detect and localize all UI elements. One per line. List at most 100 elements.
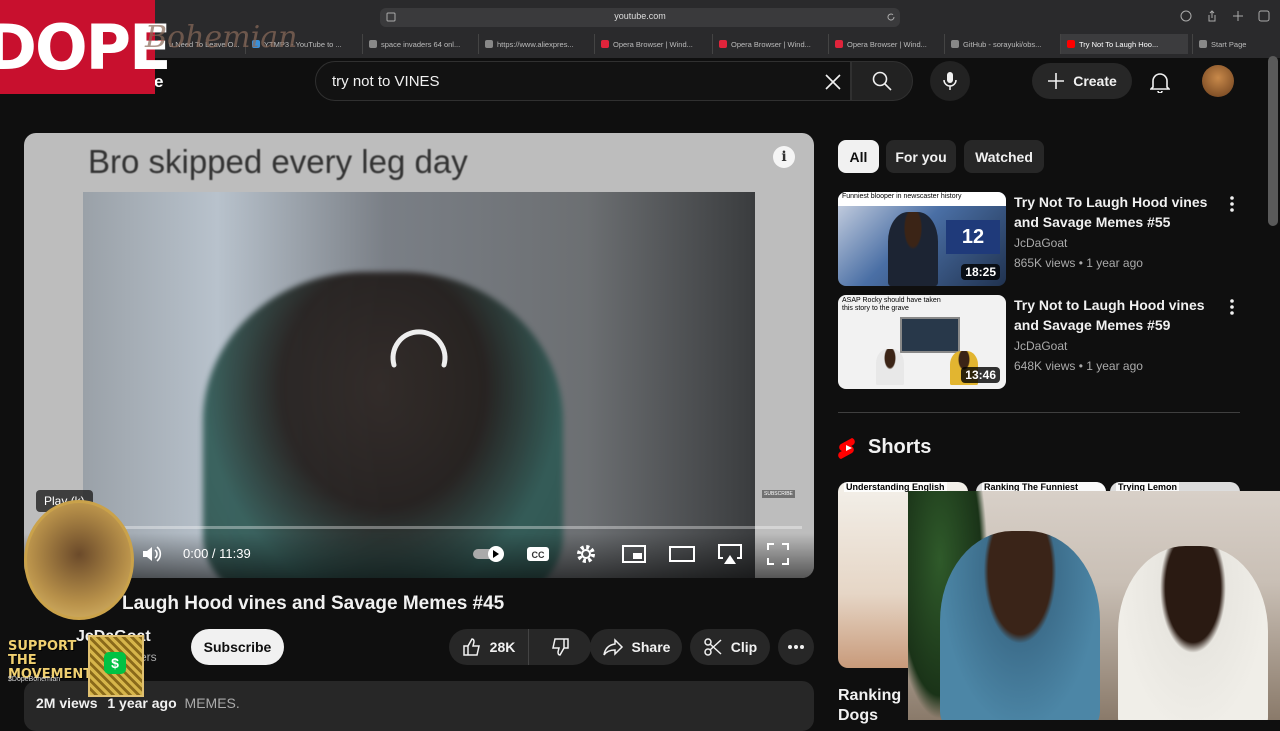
- plus-icon: [1048, 73, 1065, 89]
- thumbs-down-icon: [552, 638, 569, 656]
- shorts-icon: [838, 437, 855, 459]
- progress-bar[interactable]: [36, 526, 802, 529]
- browser-tab[interactable]: GitHub - sorayuki/obs...: [944, 34, 1056, 54]
- address-bar[interactable]: youtube.com: [380, 8, 900, 27]
- microphone-icon: [943, 72, 957, 90]
- clip-button[interactable]: Clip: [690, 629, 770, 665]
- chip-all[interactable]: All: [838, 140, 879, 173]
- support-portrait: [24, 500, 134, 620]
- webcam-person-right: [1118, 546, 1268, 720]
- gear-icon: [577, 545, 595, 563]
- share-button[interactable]: Share: [590, 629, 682, 665]
- video-tag: MEMES.: [184, 695, 240, 711]
- chip-for-you[interactable]: For you: [886, 140, 956, 173]
- new-tab-icon[interactable]: [1232, 10, 1244, 22]
- tab-label: GitHub - sorayuki/obs...: [963, 39, 1042, 49]
- settings-button[interactable]: [572, 542, 600, 566]
- notifications-button[interactable]: [1146, 68, 1174, 96]
- fullscreen-button[interactable]: [764, 542, 792, 566]
- loading-spinner-icon: [386, 323, 452, 389]
- video-caption-text: Bro skipped every leg day: [88, 143, 468, 180]
- more-horizontal-icon: [788, 645, 804, 649]
- recommendation-title[interactable]: Try Not to Laugh Hood vines and Savage M…: [1014, 295, 1214, 335]
- recommendation-item[interactable]: ASAP Rocky should have taken this story …: [838, 295, 1242, 391]
- like-button[interactable]: 28K: [449, 629, 529, 665]
- tab-favicon-icon: [951, 40, 959, 48]
- clip-label: Clip: [730, 639, 758, 655]
- shorts-title: Shorts: [868, 436, 932, 458]
- subscribe-watermark: SUBSCRIBE: [762, 490, 795, 498]
- autoplay-toggle-icon: [473, 546, 504, 562]
- tab-label: Opera Browser | Wind...: [731, 39, 811, 49]
- address-bar-url: youtube.com: [614, 11, 666, 21]
- video-thumbnail[interactable]: Funniest blooper in newscaster history 1…: [838, 192, 1006, 286]
- browser-tab[interactable]: Start Page: [1192, 34, 1280, 54]
- recommendation-title[interactable]: Try Not To Laugh Hood vines and Savage M…: [1014, 192, 1214, 232]
- tab-label: https://www.aliexpres...: [497, 39, 574, 49]
- like-dislike-group: 28K: [449, 629, 591, 665]
- search-icon: [872, 71, 892, 91]
- tab-favicon-icon: [1067, 40, 1075, 48]
- theater-mode-button[interactable]: [668, 542, 696, 566]
- browser-tab[interactable]: space invaders 64 onl...: [362, 34, 474, 54]
- closed-captions-icon: CC: [527, 547, 549, 561]
- share-page-icon[interactable]: [1206, 10, 1218, 22]
- search-button[interactable]: [851, 61, 913, 101]
- recommendation-channel[interactable]: JcDaGoat: [1014, 236, 1067, 250]
- webcam-person-left: [940, 531, 1100, 720]
- clear-search-icon[interactable]: [824, 73, 842, 91]
- video-thumbnail[interactable]: ASAP Rocky should have taken this story …: [838, 295, 1006, 389]
- browser-tab[interactable]: Opera Browser | Wind...: [828, 34, 940, 54]
- info-icon[interactable]: i: [773, 146, 795, 168]
- tab-label: Opera Browser | Wind...: [847, 39, 927, 49]
- support-handle: $DopeBohemian: [8, 676, 61, 683]
- bell-icon: [1150, 73, 1170, 93]
- tab-favicon-icon: [485, 40, 493, 48]
- support-badge: SUPPORT THE MOVEMENT $DopeBohemian $: [8, 500, 148, 710]
- download-icon[interactable]: [1180, 10, 1192, 22]
- tab-favicon-icon: [835, 40, 843, 48]
- subtitles-button[interactable]: CC: [524, 542, 552, 566]
- account-avatar[interactable]: [1202, 65, 1234, 97]
- browser-tab[interactable]: Opera Browser | Wind...: [712, 34, 824, 54]
- recommendation-item[interactable]: Funniest blooper in newscaster history 1…: [838, 192, 1242, 288]
- webcam-overlay: [908, 491, 1280, 720]
- page-scrollbar[interactable]: [1268, 56, 1278, 226]
- sidebar-toggle-icon[interactable]: [386, 12, 396, 22]
- svg-text:CC: CC: [532, 550, 545, 560]
- more-actions-button[interactable]: [778, 629, 814, 665]
- thumbs-up-icon: [462, 638, 480, 656]
- search-input[interactable]: try not to VINES: [315, 61, 851, 101]
- airplay-button[interactable]: [716, 542, 744, 566]
- thumbnail-caption: ASAP Rocky should have taken this story …: [842, 297, 941, 312]
- miniplayer-button[interactable]: [620, 542, 648, 566]
- create-button[interactable]: Create: [1032, 63, 1132, 99]
- more-vertical-icon[interactable]: [1222, 194, 1242, 214]
- browser-tab[interactable]: https://www.aliexpres...: [478, 34, 590, 54]
- more-vertical-icon[interactable]: [1222, 297, 1242, 317]
- video-title: Laugh Hood vines and Savage Memes #45: [122, 593, 505, 614]
- share-arrow-icon: [602, 638, 623, 656]
- autoplay-toggle[interactable]: [472, 542, 508, 566]
- fullscreen-icon: [767, 543, 789, 565]
- tab-favicon-icon: [601, 40, 609, 48]
- create-label: Create: [1073, 73, 1117, 89]
- tab-overview-icon[interactable]: [1258, 10, 1270, 22]
- browser-tab[interactable]: Opera Browser | Wind...: [594, 34, 706, 54]
- browser-tab[interactable]: Try Not To Laugh Hoo...: [1060, 34, 1188, 54]
- short-label[interactable]: Ranking Dogs: [838, 686, 901, 726]
- search-query: try not to VINES: [332, 73, 440, 90]
- dislike-button[interactable]: [529, 629, 591, 665]
- recommendation-channel[interactable]: JcDaGoat: [1014, 339, 1067, 353]
- voice-search-button[interactable]: [930, 61, 970, 101]
- short-label-line: Ranking: [838, 687, 902, 704]
- chip-watched[interactable]: Watched: [964, 140, 1044, 173]
- subscribe-button[interactable]: Subscribe: [191, 629, 284, 665]
- tab-label: Try Not To Laugh Hoo...: [1079, 39, 1159, 49]
- tab-label: Opera Browser | Wind...: [613, 39, 693, 49]
- time-display: 0:00 / 11:39: [183, 546, 251, 561]
- reload-icon[interactable]: [886, 12, 896, 22]
- share-label: Share: [631, 639, 671, 655]
- tab-favicon-icon: [369, 40, 377, 48]
- tab-favicon-icon: [1199, 40, 1207, 48]
